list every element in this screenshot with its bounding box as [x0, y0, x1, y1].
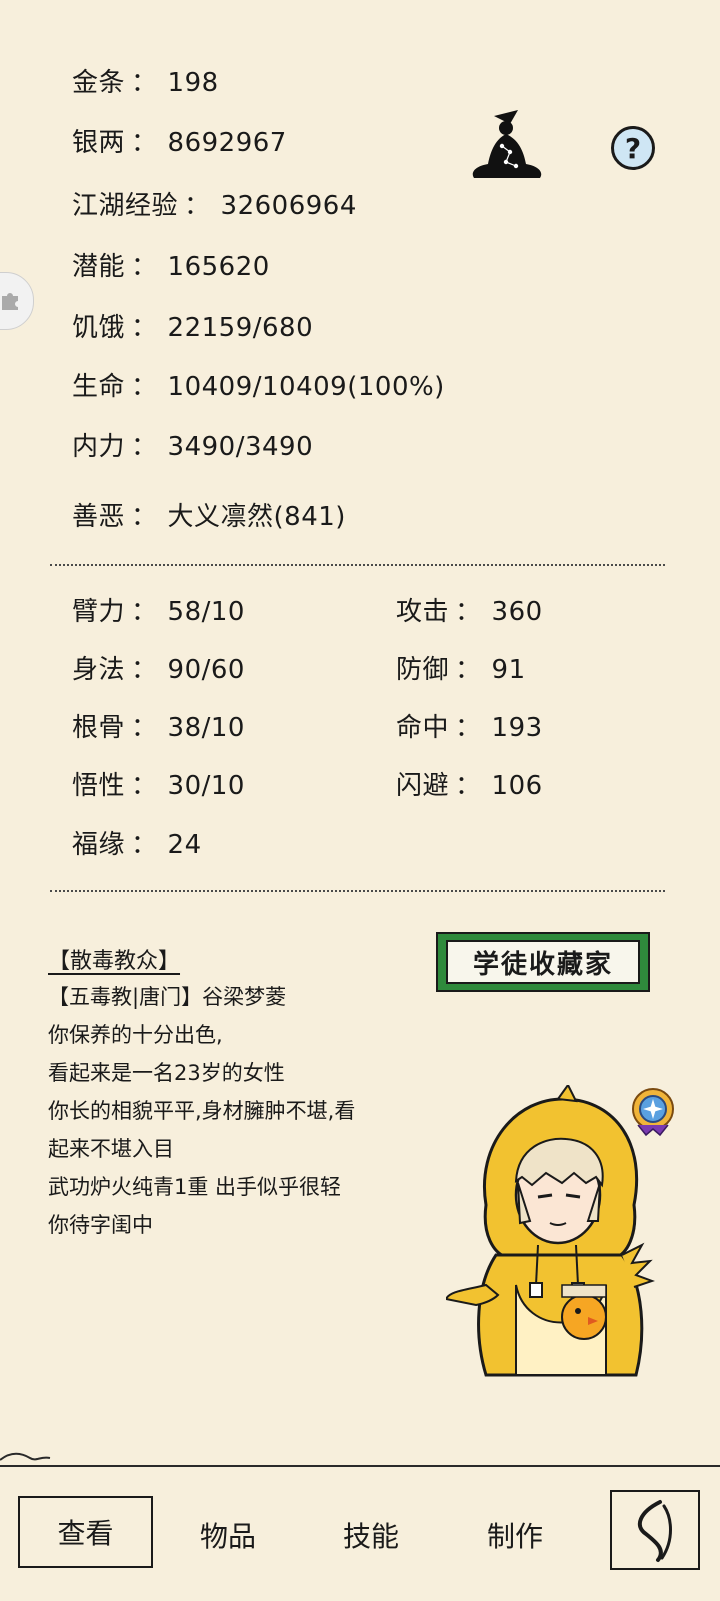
stat-silver: 银两： 8692967	[72, 128, 287, 158]
nav-view-label: 查看	[57, 1517, 114, 1550]
title-banner-text: 学徒收藏家	[446, 940, 640, 984]
meditation-silhouette-icon[interactable]	[466, 106, 548, 188]
divider	[50, 564, 665, 566]
stat-internal-force: 内力： 3490/3490	[72, 432, 314, 462]
title-banner[interactable]: 学徒收藏家	[436, 932, 650, 992]
stat-experience: 江湖经验： 32606964	[72, 191, 357, 221]
bottom-divider	[0, 1465, 720, 1467]
character-portrait	[444, 1083, 676, 1385]
identity-line: 看起来是一名23岁的女性	[48, 1061, 285, 1085]
squiggle-decoration	[0, 1448, 80, 1468]
stat-defense: 防御： 91	[396, 655, 526, 685]
stat-strength: 臂力： 58/10	[72, 597, 245, 627]
stat-gold: 金条： 198	[72, 68, 219, 98]
stat-intelligence: 悟性： 30/10	[72, 771, 245, 801]
stat-agility: 身法： 90/60	[72, 655, 245, 685]
nav-craft-button[interactable]: 制作	[487, 1515, 543, 1555]
stat-luck: 福缘： 24	[72, 830, 202, 860]
stat-health: 生命： 10409/10409(100%)	[72, 372, 445, 402]
stat-potential: 潜能： 165620	[72, 252, 270, 282]
divider	[50, 890, 665, 892]
stat-constitution: 根骨： 38/10	[72, 713, 245, 743]
back-icon	[637, 1500, 672, 1562]
identity-line: 你长的相貌平平,身材臃肿不堪,看	[48, 1099, 356, 1123]
help-icon[interactable]: ?	[611, 126, 655, 170]
identity-line: 你待字闺中	[48, 1213, 153, 1237]
faction-title[interactable]: 【散毒教众】	[48, 943, 180, 975]
identity-line: 【五毒教|唐门】谷梁梦菱	[48, 985, 287, 1009]
stat-hunger: 饥饿： 22159/680	[72, 313, 314, 343]
identity-line: 起来不堪入目	[48, 1137, 174, 1161]
nav-items-button[interactable]: 物品	[200, 1515, 256, 1555]
identity-line: 你保养的十分出色,	[48, 1023, 223, 1047]
stat-morality: 善恶：大义凛然(841)	[72, 502, 346, 532]
stat-accuracy: 命中： 193	[396, 713, 543, 743]
identity-line: 武功炉火纯青1重 出手似乎很轻	[48, 1175, 342, 1199]
nav-skills-button[interactable]: 技能	[343, 1515, 399, 1555]
stat-dodge: 闪避： 106	[396, 771, 543, 801]
stat-attack: 攻击： 360	[396, 597, 543, 627]
nav-view-button[interactable]: 查看	[18, 1496, 153, 1568]
back-button[interactable]	[610, 1490, 700, 1570]
puzzle-icon[interactable]	[0, 272, 34, 330]
